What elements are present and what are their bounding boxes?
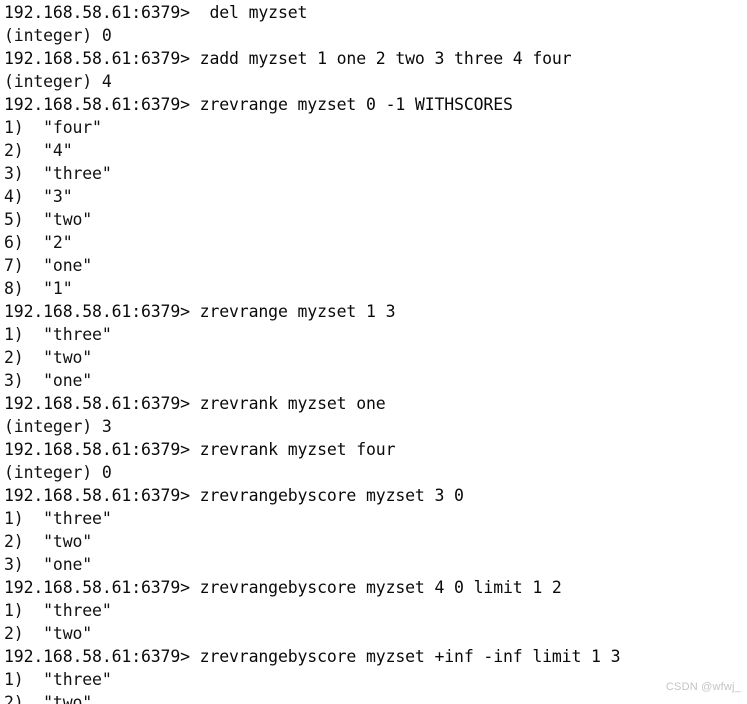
terminal-output-line: (integer) 3 bbox=[4, 417, 112, 436]
terminal-command-line: 192.168.58.61:6379> zrevrangebyscore myz… bbox=[4, 486, 464, 505]
terminal-output-line: 2) "two" bbox=[4, 532, 93, 551]
terminal-output-line: 4) "3" bbox=[4, 187, 73, 206]
terminal-output-line: 6) "2" bbox=[4, 233, 73, 252]
terminal-output-line: 1) "three" bbox=[4, 601, 112, 620]
terminal-output-line: 2) "4" bbox=[4, 141, 73, 160]
terminal-output-line: 2) "two" bbox=[4, 624, 93, 643]
terminal-output-line: 5) "two" bbox=[4, 210, 93, 229]
terminal-output-line: 1) "four" bbox=[4, 118, 102, 137]
terminal-command-line: 192.168.58.61:6379> zrevrange myzset 0 -… bbox=[4, 95, 513, 114]
terminal-command-line: 192.168.58.61:6379> del myzset bbox=[4, 3, 308, 22]
terminal-output-line: 1) "three" bbox=[4, 670, 112, 689]
terminal-command-line: 192.168.58.61:6379> zrevrank myzset four bbox=[4, 440, 396, 459]
terminal-output-line: (integer) 0 bbox=[4, 26, 112, 45]
terminal-command-line: 192.168.58.61:6379> zrevrange myzset 1 3 bbox=[4, 302, 396, 321]
terminal-output-line: (integer) 0 bbox=[4, 463, 112, 482]
terminal-output-line: 8) "1" bbox=[4, 279, 73, 298]
terminal-command-line: 192.168.58.61:6379> zadd myzset 1 one 2 … bbox=[4, 49, 572, 68]
terminal-output: 192.168.58.61:6379> del myzset (integer) … bbox=[4, 1, 747, 704]
terminal-window[interactable]: 192.168.58.61:6379> del myzset (integer) … bbox=[0, 0, 747, 704]
terminal-output-line: 7) "one" bbox=[4, 256, 93, 275]
terminal-output-line: 3) "three" bbox=[4, 164, 112, 183]
terminal-output-line: (integer) 4 bbox=[4, 72, 112, 91]
terminal-output-line: 3) "one" bbox=[4, 555, 93, 574]
terminal-output-line: 1) "three" bbox=[4, 325, 112, 344]
terminal-output-line: 2) "two" bbox=[4, 693, 93, 704]
terminal-output-line: 1) "three" bbox=[4, 509, 112, 528]
terminal-command-line: 192.168.58.61:6379> zrevrank myzset one bbox=[4, 394, 386, 413]
terminal-command-line: 192.168.58.61:6379> zrevrangebyscore myz… bbox=[4, 578, 562, 597]
terminal-command-line: 192.168.58.61:6379> zrevrangebyscore myz… bbox=[4, 647, 621, 666]
terminal-output-line: 2) "two" bbox=[4, 348, 93, 367]
csdn-watermark: CSDN @wfwj_ bbox=[665, 681, 741, 693]
terminal-output-line: 3) "one" bbox=[4, 371, 93, 390]
